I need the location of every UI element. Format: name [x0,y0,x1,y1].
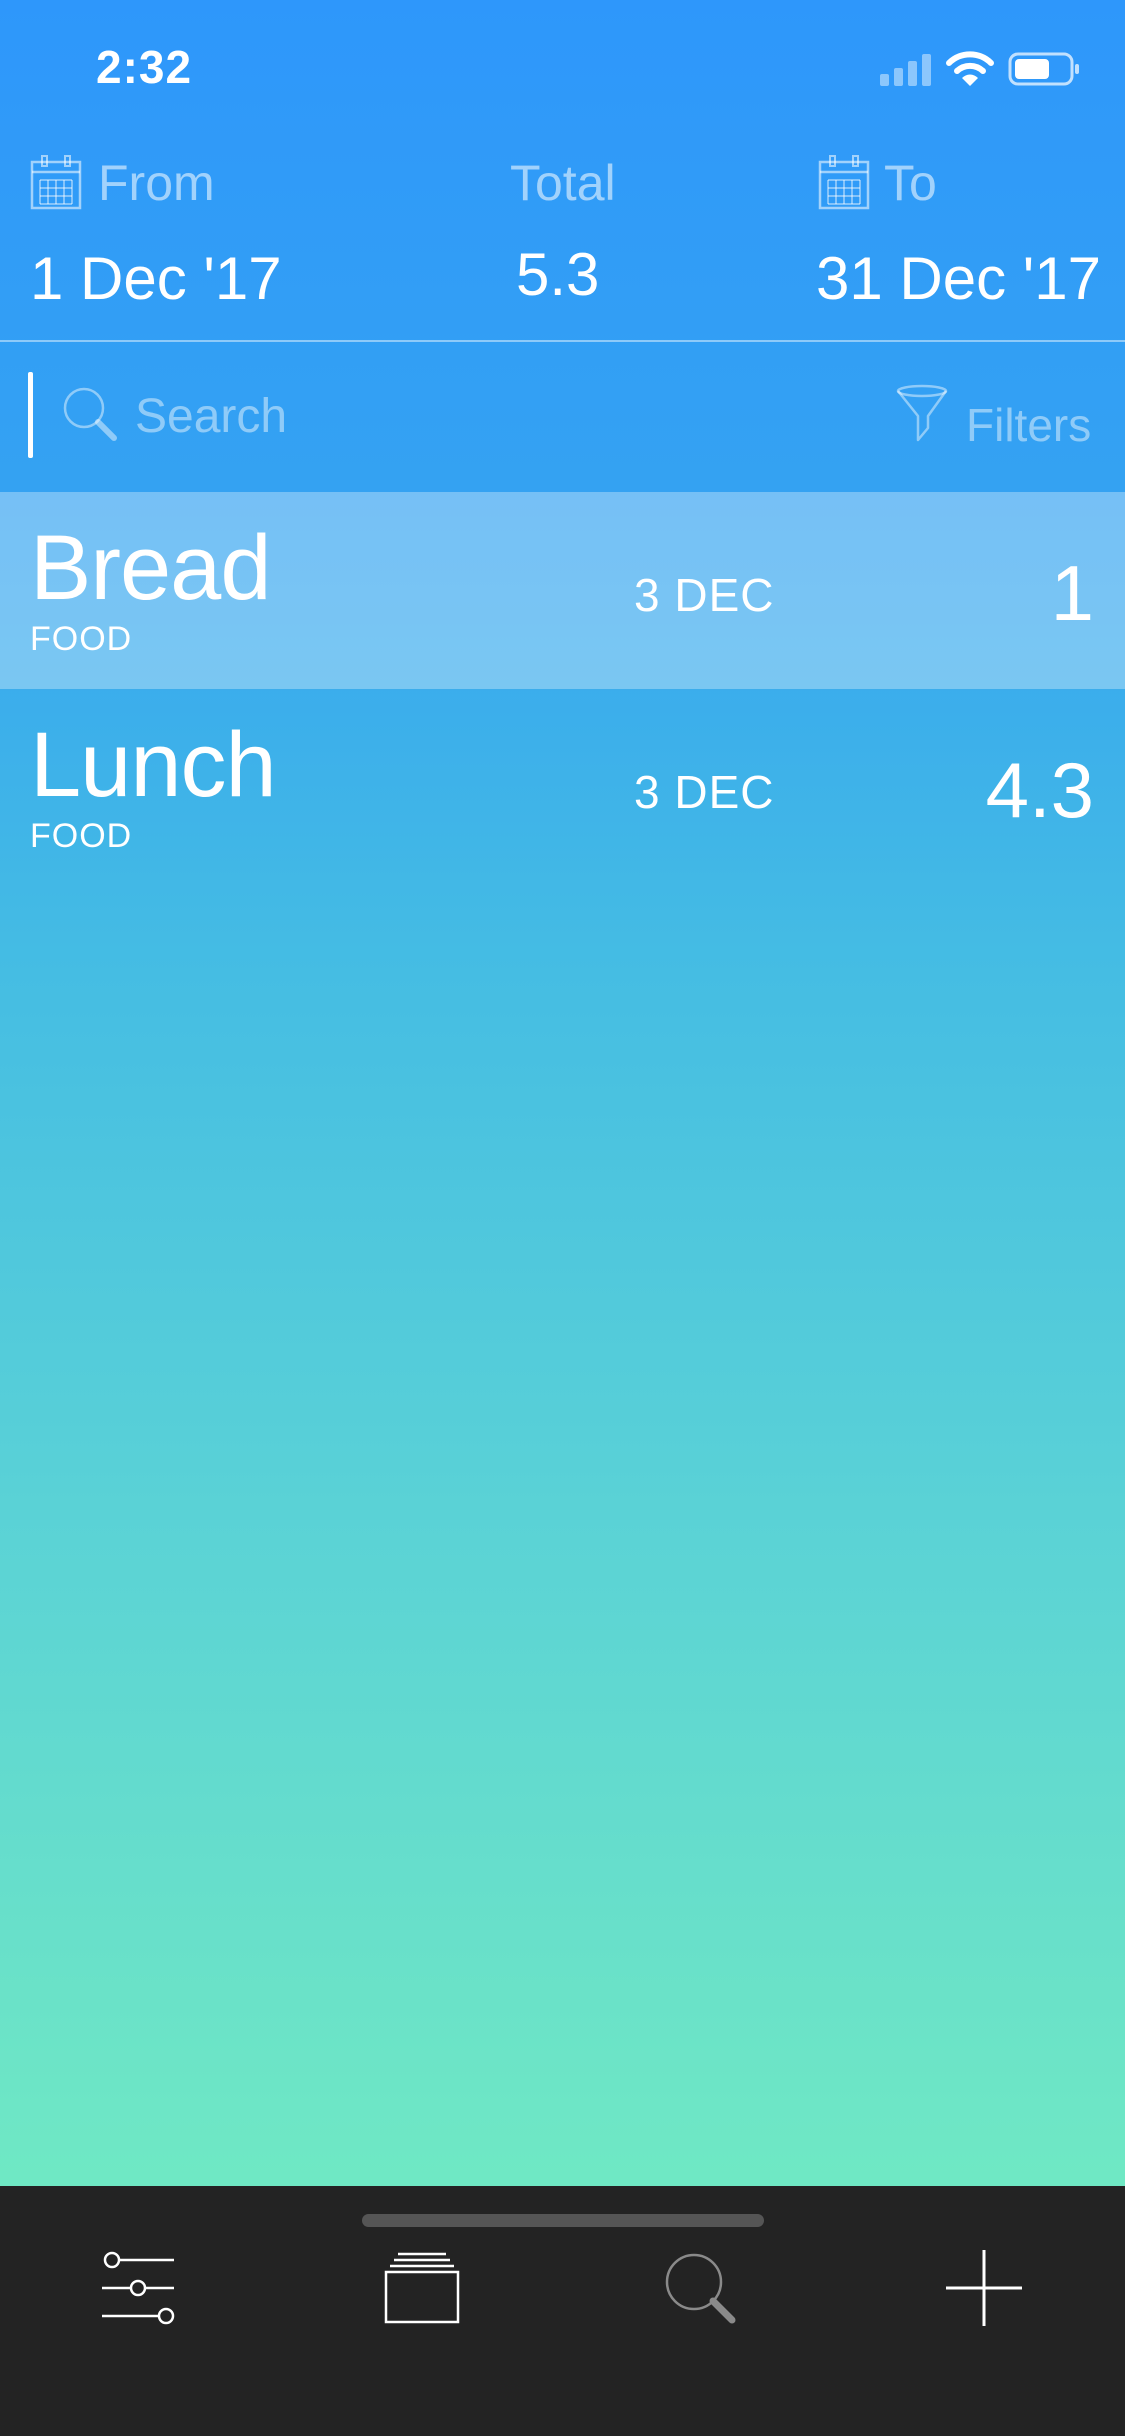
calendar-icon[interactable] [818,154,870,210]
entry-date: 3 DEC [634,569,775,621]
funnel-icon [896,384,948,442]
search-input[interactable] [135,380,635,452]
entry-date: 3 DEC [634,766,775,818]
sliders-icon[interactable] [80,2214,200,2334]
search-icon [63,387,117,441]
search-icon[interactable] [642,2214,762,2334]
list-item[interactable]: Lunch FOOD 3 DEC 4.3 [0,689,1125,886]
total-value: 5.3 [516,241,600,308]
to-label: To [884,155,937,211]
status-time: 2:32 [96,41,193,93]
home-indicator[interactable] [362,2214,764,2227]
entry-title: Lunch [30,714,277,816]
entry-amount: 4.3 [985,746,1094,834]
filters-button[interactable]: Filters [896,384,1096,454]
plus-icon[interactable] [924,2214,1044,2334]
expense-list: Bread FOOD 3 DEC 1 Lunch FOOD 3 DEC 4.3 [0,492,1125,886]
status-bar: 2:32 [0,0,1125,132]
filters-label: Filters [966,399,1092,451]
text-cursor [28,372,33,458]
total-label: Total [510,155,616,211]
from-label: From [98,155,215,211]
cellular-signal-icon [880,54,931,86]
battery-icon [1008,52,1079,86]
entry-amount: 1 [1050,549,1094,637]
search-bar: Filters [0,342,1125,492]
entry-category: FOOD [30,620,133,658]
entry-title: Bread [30,517,271,619]
entry-category: FOOD [30,817,133,855]
from-date-value[interactable]: 1 Dec '17 [30,244,282,313]
list-item[interactable]: Bread FOOD 3 DEC 1 [0,492,1125,689]
to-date-value[interactable]: 31 Dec '17 [816,244,1101,313]
calendar-icon[interactable] [30,154,82,210]
wifi-icon [946,51,994,86]
date-range-header: From 1 Dec '17 Total 5.3 To 31 Dec '17 [0,132,1125,340]
stack-icon[interactable] [362,2214,482,2334]
